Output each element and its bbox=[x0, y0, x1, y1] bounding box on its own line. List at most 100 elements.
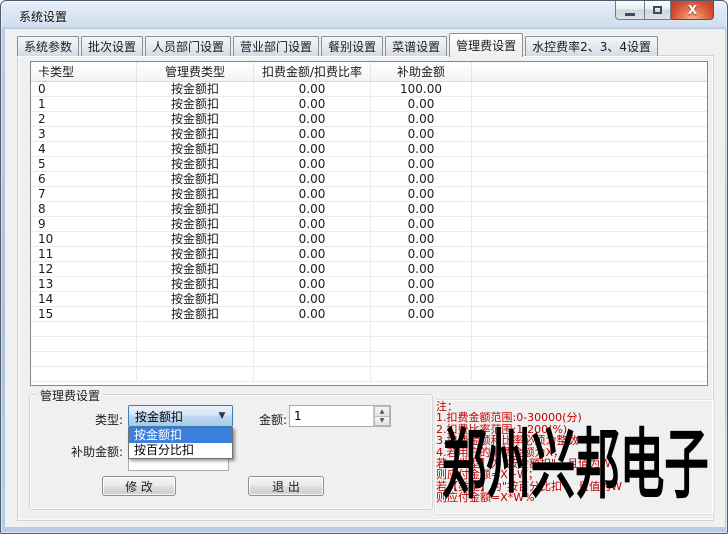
table-cell bbox=[371, 352, 472, 366]
table-cell: 0.00 bbox=[371, 232, 472, 246]
table-cell: 按金额扣 bbox=[137, 262, 254, 276]
table-cell: 0.00 bbox=[254, 187, 371, 201]
table-cell: 按金额扣 bbox=[137, 142, 254, 156]
tab-1[interactable]: 批次设置 bbox=[81, 36, 143, 56]
table-row[interactable]: 7按金额扣0.000.00 bbox=[31, 187, 707, 202]
spinner-up-icon[interactable]: ▲ bbox=[374, 406, 390, 416]
table-cell: 按金额扣 bbox=[137, 217, 254, 231]
type-combobox[interactable]: 按金额扣 ▼ bbox=[128, 405, 233, 427]
type-dropdown-list[interactable]: 按金额扣按百分比扣 bbox=[128, 427, 233, 459]
table-cell: 0.00 bbox=[371, 112, 472, 126]
tab-0[interactable]: 系统参数 bbox=[17, 36, 79, 56]
table-row[interactable]: 11按金额扣0.000.00 bbox=[31, 247, 707, 262]
table-cell: 0.00 bbox=[371, 97, 472, 111]
type-combobox-value: 按金额扣 bbox=[129, 408, 212, 425]
groupbox-title: 管理费设置 bbox=[37, 387, 103, 404]
table-cell: 10 bbox=[31, 232, 137, 246]
tab-5[interactable]: 菜谱设置 bbox=[385, 36, 447, 56]
modify-button[interactable]: 修 改 bbox=[102, 476, 176, 496]
table-cell: 0.00 bbox=[371, 217, 472, 231]
table-cell-filler bbox=[472, 202, 707, 216]
exit-button[interactable]: 退 出 bbox=[248, 476, 324, 496]
table-row[interactable]: 2按金额扣0.000.00 bbox=[31, 112, 707, 127]
table-cell: 按金额扣 bbox=[137, 157, 254, 171]
table-cell bbox=[371, 367, 472, 381]
table-row[interactable]: 5按金额扣0.000.00 bbox=[31, 157, 707, 172]
table-row[interactable] bbox=[31, 367, 707, 382]
column-header[interactable]: 卡类型 bbox=[31, 62, 137, 81]
table-row[interactable]: 3按金额扣0.000.00 bbox=[31, 127, 707, 142]
table-cell: 按金额扣 bbox=[137, 202, 254, 216]
table-cell: 12 bbox=[31, 262, 137, 276]
table-cell: 0 bbox=[31, 82, 137, 96]
table-row[interactable]: 12按金额扣0.000.00 bbox=[31, 262, 707, 277]
table-row[interactable]: 8按金额扣0.000.00 bbox=[31, 202, 707, 217]
dropdown-option[interactable]: 按金额扣 bbox=[129, 428, 232, 443]
table-cell bbox=[31, 322, 137, 336]
table-cell bbox=[31, 337, 137, 351]
table-row[interactable] bbox=[31, 322, 707, 337]
table-row[interactable]: 13按金额扣0.000.00 bbox=[31, 277, 707, 292]
table-cell-filler bbox=[472, 292, 707, 306]
tab-4[interactable]: 餐别设置 bbox=[321, 36, 383, 56]
table-row[interactable] bbox=[31, 352, 707, 367]
table-cell bbox=[137, 367, 254, 381]
chevron-down-icon[interactable]: ▼ bbox=[212, 411, 232, 421]
table-row[interactable]: 15按金额扣0.000.00 bbox=[31, 307, 707, 322]
table-cell: 14 bbox=[31, 292, 137, 306]
table-cell-filler bbox=[472, 157, 707, 171]
table-cell: 1 bbox=[31, 97, 137, 111]
table-cell: 0.00 bbox=[254, 307, 371, 321]
close-button[interactable]: X bbox=[671, 1, 714, 20]
tab-6[interactable]: 管理费设置 bbox=[449, 33, 523, 57]
tab-7[interactable]: 水控费率2、3、4设置 bbox=[525, 36, 658, 56]
table-cell: 0.00 bbox=[371, 292, 472, 306]
amount-spinner[interactable]: 1 ▲ ▼ bbox=[289, 405, 391, 427]
table-row[interactable]: 10按金额扣0.000.00 bbox=[31, 232, 707, 247]
dropdown-option[interactable]: 按百分比扣 bbox=[129, 443, 232, 458]
table-cell: 0.00 bbox=[371, 187, 472, 201]
spinner-down-icon[interactable]: ▼ bbox=[374, 416, 390, 427]
table-cell: 0.00 bbox=[371, 277, 472, 291]
table-cell-filler bbox=[472, 187, 707, 201]
table-cell bbox=[137, 337, 254, 351]
table-row[interactable]: 14按金额扣0.000.00 bbox=[31, 292, 707, 307]
table-row[interactable] bbox=[31, 337, 707, 352]
table-row[interactable]: 1按金额扣0.000.00 bbox=[31, 97, 707, 112]
table-cell-filler bbox=[472, 172, 707, 186]
table-cell: 4 bbox=[31, 142, 137, 156]
amount-input[interactable]: 1 bbox=[290, 406, 373, 426]
table-cell: 13 bbox=[31, 277, 137, 291]
table-cell: 0.00 bbox=[254, 82, 371, 96]
table-cell: 按金额扣 bbox=[137, 187, 254, 201]
minimize-button[interactable] bbox=[615, 1, 644, 20]
table-row[interactable]: 9按金额扣0.000.00 bbox=[31, 217, 707, 232]
table-cell: 按金额扣 bbox=[137, 307, 254, 321]
watermark-text: 郑州兴邦电子 bbox=[442, 427, 709, 503]
column-header[interactable]: 扣费金额/扣费比率 bbox=[254, 62, 371, 81]
maximize-button[interactable] bbox=[644, 1, 671, 20]
table-cell-filler bbox=[472, 352, 707, 366]
subsidy-label: 补助金额: bbox=[35, 443, 123, 460]
maximize-icon bbox=[653, 6, 662, 14]
table-cell bbox=[31, 352, 137, 366]
tab-2[interactable]: 人员部门设置 bbox=[145, 36, 231, 56]
table-cell bbox=[137, 322, 254, 336]
table-cell: 5 bbox=[31, 157, 137, 171]
caption-buttons: X bbox=[615, 1, 714, 20]
column-header[interactable]: 补助金额 bbox=[371, 62, 472, 81]
table-row[interactable]: 6按金额扣0.000.00 bbox=[31, 172, 707, 187]
table-cell bbox=[254, 322, 371, 336]
table-cell: 按金额扣 bbox=[137, 292, 254, 306]
table-cell: 6 bbox=[31, 172, 137, 186]
dialog-client-area: 系统参数批次设置人员部门设置营业部门设置餐别设置菜谱设置管理费设置水控费率2、3… bbox=[5, 29, 725, 527]
tab-3[interactable]: 营业部门设置 bbox=[233, 36, 319, 56]
table-cell: 0.00 bbox=[254, 172, 371, 186]
table-row[interactable]: 0按金额扣0.00100.00 bbox=[31, 82, 707, 97]
table-row[interactable]: 4按金额扣0.000.00 bbox=[31, 142, 707, 157]
column-header[interactable]: 管理费类型 bbox=[137, 62, 254, 81]
table-cell bbox=[254, 352, 371, 366]
fee-table[interactable]: 卡类型管理费类型扣费金额/扣费比率补助金额 0按金额扣0.00100.001按金… bbox=[30, 61, 708, 386]
title-bar[interactable]: 系统设置 X bbox=[1, 1, 727, 29]
table-cell bbox=[31, 367, 137, 381]
